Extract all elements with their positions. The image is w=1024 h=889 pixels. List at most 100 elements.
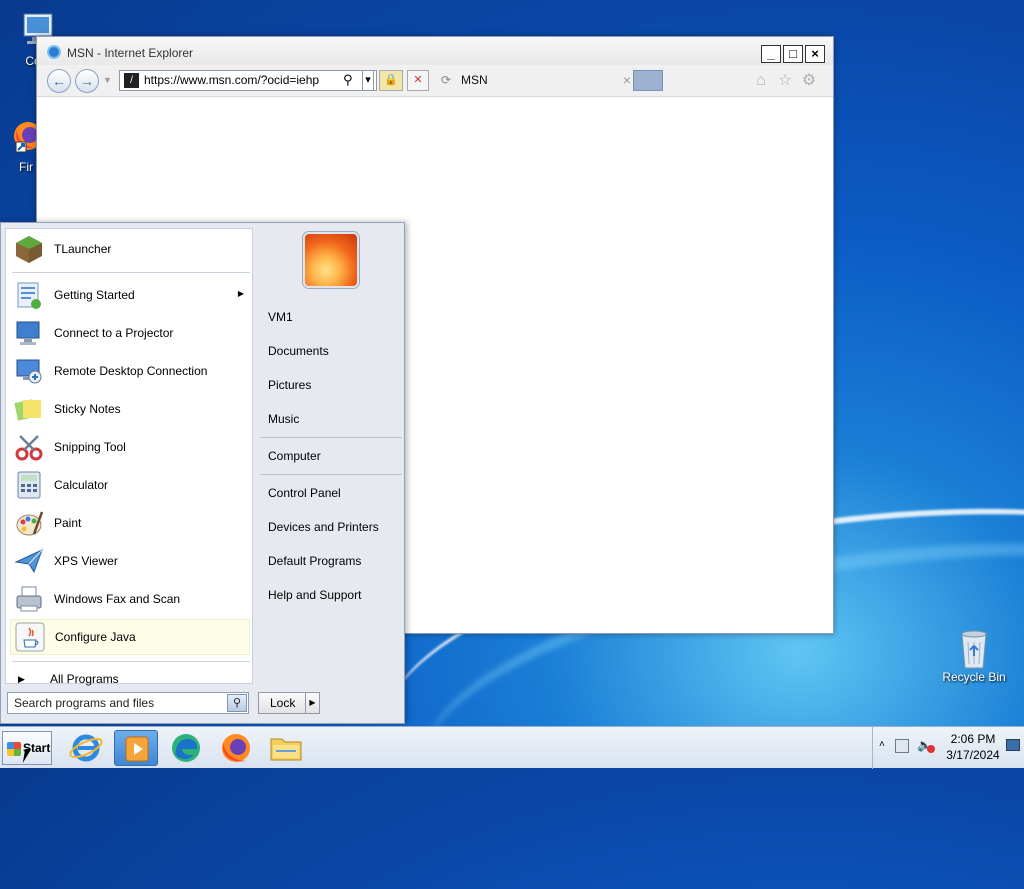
media-player-icon <box>125 736 149 762</box>
link-vm1[interactable]: VM1 <box>268 310 293 324</box>
back-arrow-icon[interactable]: ← <box>47 69 71 93</box>
right-separator <box>260 474 402 475</box>
address-dropdown-icon[interactable]: ▾ <box>362 70 374 91</box>
program-label: Configure Java <box>55 630 136 644</box>
program-fax-scan[interactable]: Windows Fax and Scan <box>10 581 250 617</box>
java-icon <box>15 622 45 652</box>
network-icon[interactable] <box>895 739 909 753</box>
address-bar[interactable]: / https://www.msn.com/?ocid=iehp <box>119 70 377 91</box>
address-text: https://www.msn.com/?ocid=iehp <box>144 73 320 87</box>
edge-icon <box>172 734 200 762</box>
tab-close-icon[interactable]: × <box>623 70 631 91</box>
start-menu: TLauncher Getting Started ▶ Connect to a… <box>0 222 405 724</box>
taskbar-media-player[interactable] <box>114 730 158 766</box>
taskbar-file-explorer[interactable] <box>264 730 308 766</box>
lock-icon[interactable]: 🔒 <box>379 70 403 91</box>
program-connect-projector[interactable]: Connect to a Projector <box>10 315 250 351</box>
home-icon[interactable]: ⌂ <box>751 71 771 91</box>
tlauncher-icon <box>14 234 44 264</box>
taskbar-internet-explorer[interactable] <box>64 730 108 766</box>
lock-options-arrow-icon[interactable]: ▶ <box>305 693 319 713</box>
clock-date: 3/17/2024 <box>946 748 1000 762</box>
remote-desktop-icon <box>14 356 44 386</box>
program-label: Getting Started <box>54 288 135 302</box>
taskbar: Start ˄ 🔈 2:06 PM 3/17/2024 <box>0 726 1024 769</box>
getting-started-icon <box>14 280 44 310</box>
program-label: Calculator <box>54 478 109 492</box>
history-dropdown-icon[interactable]: ▼ <box>103 75 112 85</box>
calculator-icon <box>14 470 44 500</box>
clock[interactable]: 2:06 PM 3/17/2024 <box>943 731 1003 763</box>
close-button[interactable]: × <box>805 45 825 63</box>
all-programs-button[interactable]: ▶ All Programs <box>10 669 250 689</box>
lock-button[interactable]: Lock ▶ <box>258 692 320 714</box>
search-icon[interactable]: ⚲ <box>227 694 247 712</box>
new-tab-button[interactable] <box>633 70 663 91</box>
programs-pane: TLauncher Getting Started ▶ Connect to a… <box>5 228 253 686</box>
program-label: Remote Desktop Connection <box>54 364 208 378</box>
link-devices-printers[interactable]: Devices and Printers <box>268 520 379 534</box>
program-label: Paint <box>54 516 82 530</box>
expand-arrow-icon: ▶ <box>18 674 25 684</box>
show-desktop-icon[interactable] <box>1006 739 1020 751</box>
maximize-button[interactable]: □ <box>783 45 803 63</box>
internet-explorer-icon <box>69 734 103 762</box>
link-computer[interactable]: Computer <box>268 449 321 463</box>
program-paint[interactable]: Paint <box>10 505 250 541</box>
link-default-programs[interactable]: Default Programs <box>268 554 361 568</box>
ie-titlebar[interactable]: MSN - Internet Explorer _ □ × <box>37 37 833 65</box>
program-getting-started[interactable]: Getting Started ▶ <box>10 277 250 313</box>
scissors-icon <box>14 432 44 462</box>
stop-icon[interactable]: ✕ <box>407 70 429 91</box>
search-placeholder: Search programs and files <box>14 696 155 710</box>
folder-icon <box>270 738 302 761</box>
ie-icon <box>47 45 61 59</box>
show-hidden-icons-icon[interactable]: ˄ <box>879 739 885 750</box>
link-control-panel[interactable]: Control Panel <box>268 486 341 500</box>
program-label: Windows Fax and Scan <box>54 592 181 606</box>
program-sticky-notes[interactable]: Sticky Notes <box>10 391 250 427</box>
program-label: TLauncher <box>54 242 112 256</box>
settings-gear-icon[interactable]: ⚙ <box>799 71 819 91</box>
favorites-star-icon[interactable]: ☆ <box>775 71 795 91</box>
all-programs-separator <box>12 661 250 662</box>
search-icon[interactable]: ⚲ <box>343 72 353 88</box>
link-music[interactable]: Music <box>268 412 299 426</box>
taskbar-firefox[interactable] <box>214 730 258 766</box>
program-snipping-tool[interactable]: Snipping Tool <box>10 429 250 465</box>
muted-badge-icon <box>927 745 935 753</box>
taskbar-edge[interactable] <box>164 730 208 766</box>
paint-palette-icon <box>14 508 44 538</box>
ie-toolbar: ← → ▼ / https://www.msn.com/?ocid=iehp ⚲… <box>37 65 833 97</box>
site-favicon-icon: / <box>124 73 139 88</box>
window-controls: _ □ × <box>761 45 825 63</box>
user-avatar[interactable] <box>303 232 359 288</box>
link-pictures[interactable]: Pictures <box>268 378 311 392</box>
all-programs-label: All Programs <box>50 672 119 686</box>
program-xps-viewer[interactable]: XPS Viewer <box>10 543 250 579</box>
clock-time: 2:06 PM <box>950 732 996 746</box>
program-label: Connect to a Projector <box>54 326 174 340</box>
recycle-bin-icon <box>954 626 994 669</box>
program-tlauncher[interactable]: TLauncher <box>10 231 250 267</box>
tab-label: MSN <box>461 73 488 87</box>
forward-arrow-icon[interactable]: → <box>75 69 99 93</box>
program-label: Snipping Tool <box>54 440 126 454</box>
window-title: MSN - Internet Explorer <box>67 46 194 60</box>
sticky-notes-icon <box>14 394 44 424</box>
program-label: Sticky Notes <box>54 402 121 416</box>
program-calculator[interactable]: Calculator <box>10 467 250 503</box>
program-remote-desktop[interactable]: Remote Desktop Connection <box>10 353 250 389</box>
xps-paper-plane-icon <box>14 546 44 576</box>
minimize-button[interactable]: _ <box>761 45 781 63</box>
pinned-separator <box>12 272 250 273</box>
link-documents[interactable]: Documents <box>268 344 329 358</box>
link-help-support[interactable]: Help and Support <box>268 588 361 602</box>
tab-msn[interactable]: ⟳ MSN × <box>435 70 631 91</box>
lock-label: Lock <box>270 696 296 710</box>
desktop-icon-recycle-bin[interactable]: Recycle Bin <box>938 626 1010 684</box>
system-tray: ˄ 🔈 2:06 PM 3/17/2024 <box>872 727 1024 769</box>
start-search-input[interactable]: Search programs and files ⚲ <box>7 692 249 714</box>
program-configure-java[interactable]: Configure Java <box>10 619 250 655</box>
desktop-icon-label: Recycle Bin <box>942 670 1006 684</box>
